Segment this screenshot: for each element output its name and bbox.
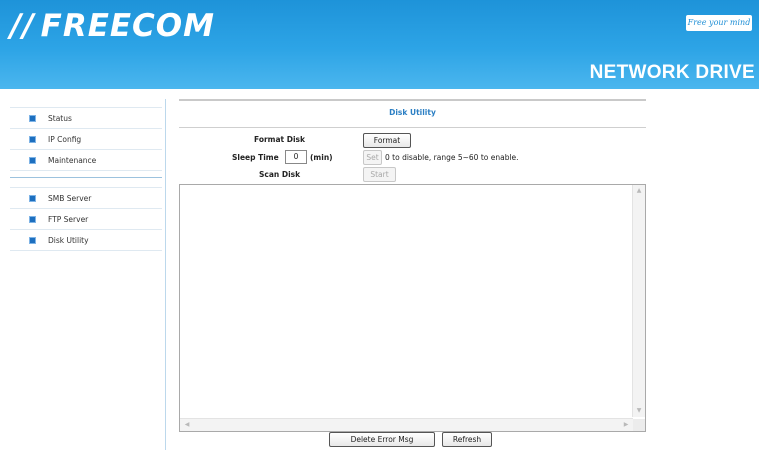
title-divider-top — [179, 99, 646, 101]
square-bullet-icon — [29, 135, 36, 143]
scan-disk-label: Scan Disk — [259, 170, 301, 179]
square-bullet-icon — [29, 114, 36, 122]
sidebar-item-maintenance[interactable]: Maintenance — [10, 150, 162, 171]
header-banner: //FREECOM Free your mind NETWORK DRIVE — [0, 0, 759, 89]
nav-group-services: SMB Server FTP Server Disk Utility — [10, 187, 162, 251]
scrollbar-corner — [633, 419, 645, 431]
sidebar-item-ip-config[interactable]: IP Config — [10, 129, 162, 150]
freecom-logo: //FREECOM — [10, 8, 216, 44]
sidebar-item-label: IP Config — [48, 134, 82, 144]
product-title: NETWORK DRIVE — [589, 62, 755, 83]
sleep-time-input[interactable]: 0 — [285, 150, 307, 164]
tagline-badge: Free your mind — [686, 15, 752, 31]
format-disk-label: Format Disk — [254, 135, 305, 144]
page-title: Disk Utility — [389, 108, 436, 117]
square-bullet-icon — [29, 215, 36, 223]
sidebar-item-disk-utility[interactable]: Disk Utility — [10, 230, 162, 251]
sidebar-nav: Status IP Config Maintenance SMB Server … — [0, 99, 166, 450]
sidebar-item-smb-server[interactable]: SMB Server — [10, 187, 162, 209]
sidebar-divider — [10, 177, 162, 178]
scroll-up-icon[interactable]: ▲ — [633, 186, 645, 196]
vertical-scrollbar[interactable]: ▲ ▼ — [632, 185, 645, 417]
scroll-left-icon[interactable]: ◀ — [181, 420, 193, 430]
sidebar-item-label: SMB Server — [48, 193, 92, 203]
sleep-unit-label: (min) — [310, 153, 333, 162]
square-bullet-icon — [29, 194, 36, 202]
format-button[interactable]: Format — [363, 133, 411, 148]
sleep-time-label: Sleep Time — [232, 153, 279, 162]
nav-group-system: Status IP Config Maintenance — [10, 107, 162, 171]
delete-error-msg-button[interactable]: Delete Error Msg — [329, 432, 435, 447]
square-bullet-icon — [29, 156, 36, 164]
square-bullet-icon — [29, 236, 36, 244]
refresh-button[interactable]: Refresh — [442, 432, 492, 447]
start-button[interactable]: Start — [363, 167, 396, 182]
sidebar-item-label: Status — [48, 113, 72, 123]
sidebar-item-label: Disk Utility — [48, 235, 89, 245]
sidebar-item-label: FTP Server — [48, 214, 89, 224]
horizontal-scrollbar[interactable]: ◀ ▶ — [180, 418, 633, 431]
sidebar-item-status[interactable]: Status — [10, 107, 162, 129]
sleep-hint-text: 0 to disable, range 5~60 to enable. — [385, 153, 519, 162]
scroll-down-icon[interactable]: ▼ — [633, 406, 645, 416]
set-button[interactable]: Set — [363, 150, 382, 165]
title-divider-bottom — [179, 127, 646, 128]
error-log-textarea[interactable]: ▲ ▼ ◀ ▶ — [179, 184, 646, 432]
sidebar-item-ftp-server[interactable]: FTP Server — [10, 209, 162, 230]
sidebar-item-label: Maintenance — [48, 155, 97, 165]
scroll-right-icon[interactable]: ▶ — [620, 420, 632, 430]
